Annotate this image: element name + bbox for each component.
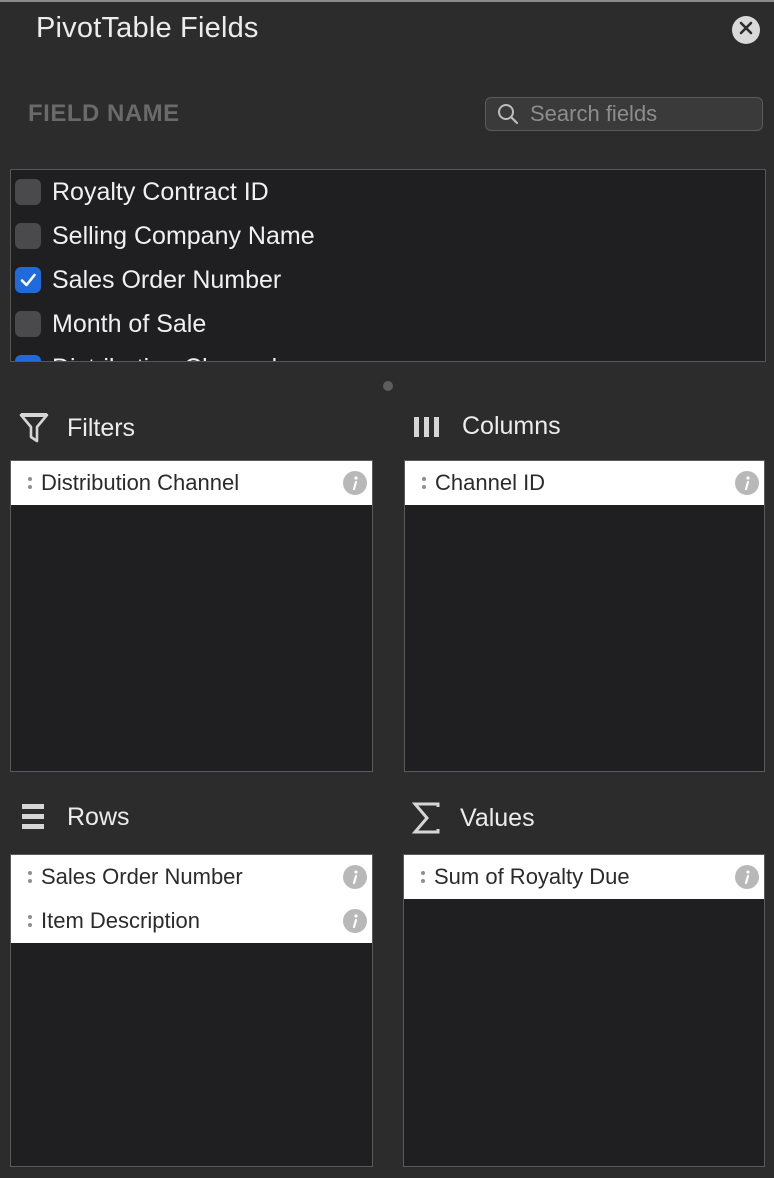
field-label: Sales Order Number [52,265,282,294]
field-item[interactable]: Distribution Channel [15,346,277,362]
checkmark-icon [20,273,36,287]
filter-field-pill[interactable]: Distribution Channel [11,461,372,505]
field-label: Selling Company Name [52,221,315,250]
pill-label: Item Description [41,908,200,933]
field-checkbox[interactable] [15,179,41,205]
values-label: Values [460,803,535,832]
field-checkbox[interactable] [15,267,41,293]
info-icon[interactable] [343,471,367,495]
filters-header: Filters [18,412,135,444]
checkmark-icon [19,359,37,362]
field-checkbox[interactable] [15,223,41,249]
row-field-pill[interactable]: Sales Order Number [11,855,372,899]
splitter-handle[interactable] [383,381,393,391]
field-list[interactable]: Royalty Contract ID Selling Company Name… [10,169,766,362]
field-item[interactable]: Sales Order Number [15,258,281,302]
field-label: Royalty Contract ID [52,177,269,206]
search-icon [486,97,530,131]
drag-handle-icon[interactable] [23,871,37,883]
funnel-icon [18,412,50,444]
drag-handle-icon[interactable] [23,915,37,927]
close-button[interactable] [732,16,760,44]
row-field-pill[interactable]: Item Description [11,899,372,943]
columns-header: Columns [413,412,561,441]
field-checkbox[interactable] [15,355,41,362]
close-icon [738,20,754,41]
info-icon[interactable] [343,909,367,933]
pill-label: Sales Order Number [41,864,243,889]
rows-header: Rows [20,802,130,832]
pill-label: Sum of Royalty Due [434,864,630,889]
rows-icon [20,802,46,832]
drag-handle-icon[interactable] [23,477,37,489]
window-top-border [0,0,774,2]
rows-drop-area[interactable]: Sales Order Number Item Description [10,854,373,1167]
values-drop-area[interactable]: Sum of Royalty Due [403,854,765,1167]
sigma-icon [412,802,442,834]
field-label: Month of Sale [52,309,207,338]
field-item[interactable]: Selling Company Name [15,214,315,258]
filters-label: Filters [67,413,136,442]
search-input[interactable] [530,101,750,127]
rows-label: Rows [67,802,130,831]
pill-label: Distribution Channel [41,470,240,495]
columns-icon [413,415,441,439]
filters-drop-area[interactable]: Distribution Channel [10,460,373,772]
columns-label: Columns [462,412,561,440]
drag-handle-icon[interactable] [416,871,430,883]
columns-drop-area[interactable]: Channel ID [404,460,765,772]
field-item[interactable]: Month of Sale [15,302,206,346]
field-checkbox[interactable] [15,311,41,337]
info-icon[interactable] [343,865,367,889]
search-fields-box[interactable] [485,97,763,131]
panel-title: PivotTable Fields [36,12,259,44]
value-field-pill[interactable]: Sum of Royalty Due [404,855,764,899]
drag-handle-icon[interactable] [417,477,431,489]
field-item[interactable]: Royalty Contract ID [15,170,269,214]
pill-label: Channel ID [435,470,546,495]
info-icon[interactable] [735,865,759,889]
field-label: Distribution Channel [52,354,277,362]
info-icon[interactable] [735,471,759,495]
column-field-pill[interactable]: Channel ID [405,461,764,505]
field-name-header: FIELD NAME [28,100,180,127]
values-header: Values [412,802,535,834]
